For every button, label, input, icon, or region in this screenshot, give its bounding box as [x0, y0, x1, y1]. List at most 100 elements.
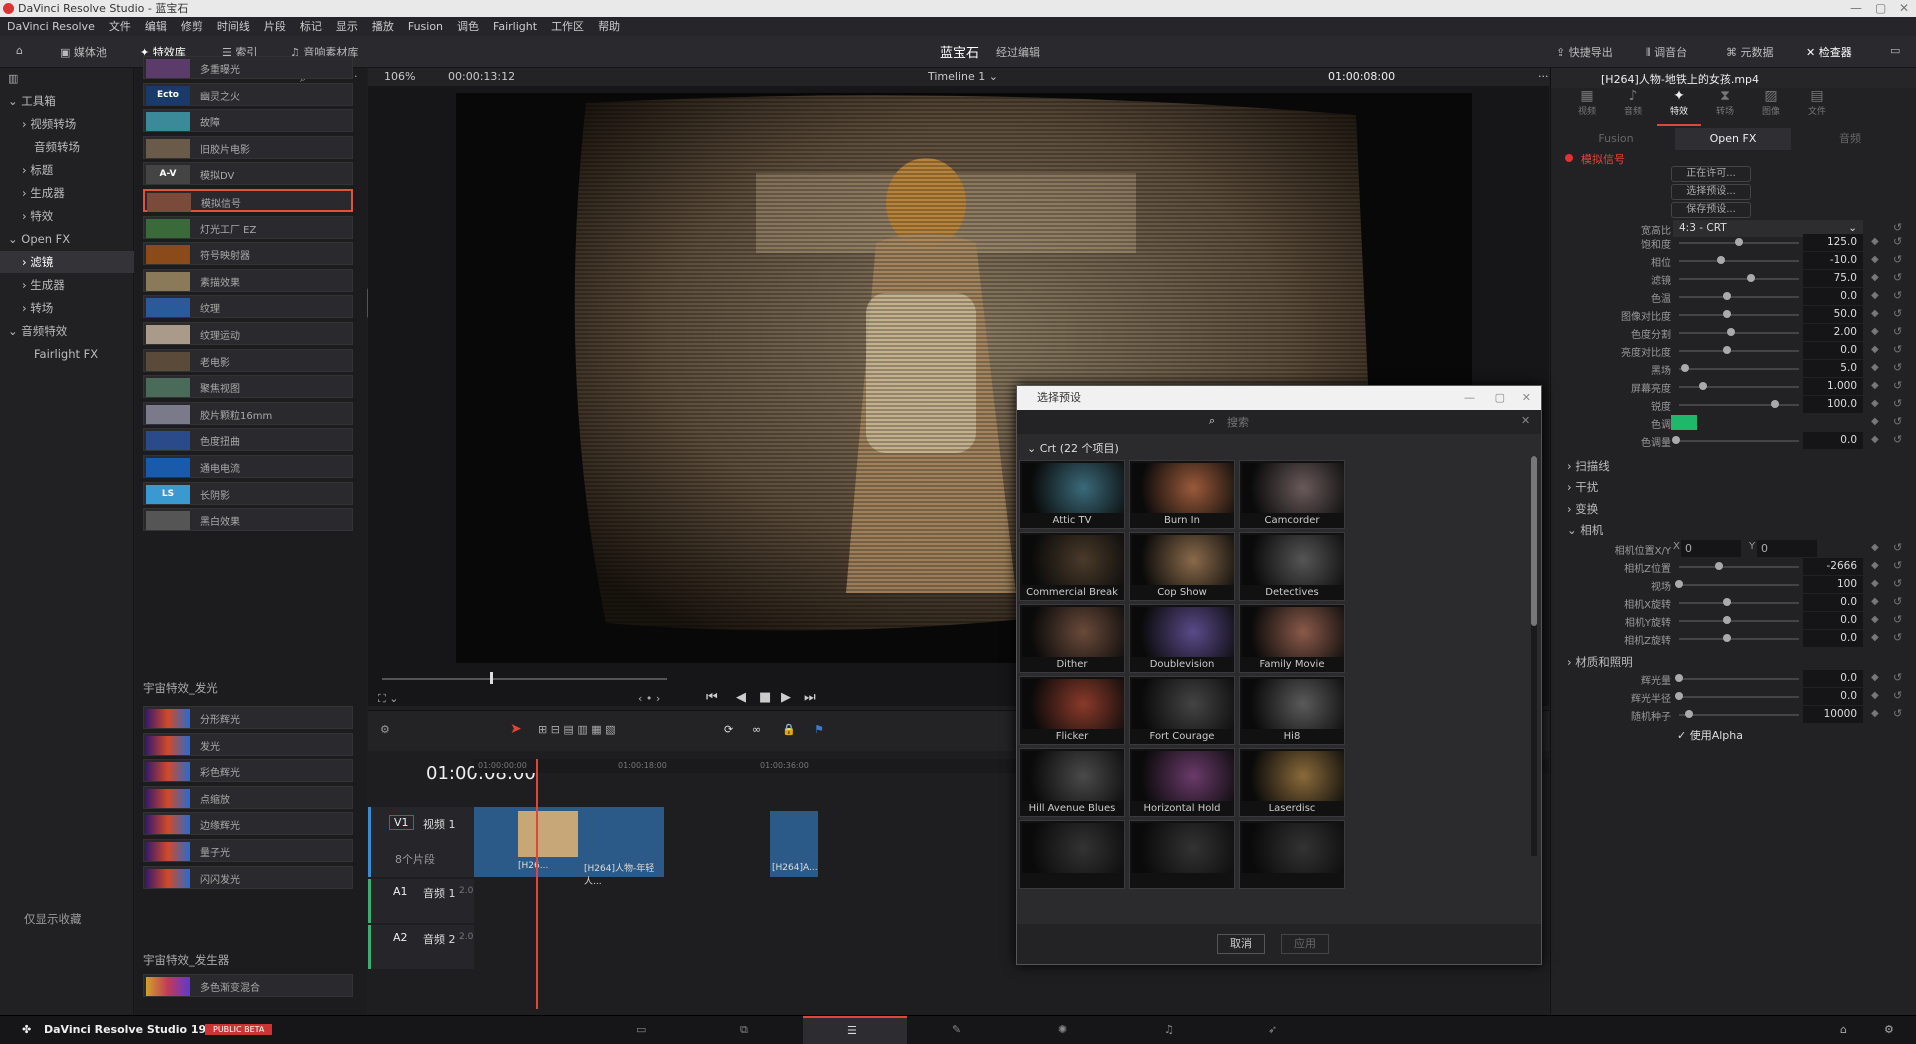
effect-item[interactable]: 通电电流: [143, 455, 353, 478]
timeline-options-icon[interactable]: ⚙: [380, 723, 390, 736]
link-icon[interactable]: ∞: [752, 723, 761, 736]
keyframe-icon[interactable]: ◆: [1871, 362, 1879, 373]
preset-tile[interactable]: Flicker: [1019, 676, 1125, 745]
tree-ofx-transitions[interactable]: › 转场: [0, 297, 134, 319]
tree-titles[interactable]: › 标题: [0, 159, 134, 181]
home-icon[interactable]: ⌂: [1840, 1023, 1847, 1036]
safe-area-icon[interactable]: ⛶ ⌄: [378, 692, 398, 706]
slider-knob[interactable]: [1681, 364, 1689, 372]
effect-item[interactable]: 彩色辉光: [143, 759, 353, 783]
tree-generators[interactable]: › 生成器: [0, 182, 134, 204]
tree-toolbox[interactable]: ⌄ 工具箱: [0, 90, 134, 112]
slider-knob[interactable]: [1723, 346, 1731, 354]
effect-item[interactable]: 灯光工厂 EZ: [143, 215, 353, 239]
preset-tile[interactable]: Commercial Break: [1019, 532, 1125, 601]
inspector-tab[interactable]: ♪ 音频: [1611, 88, 1655, 126]
fairlight-page-icon[interactable]: ♫: [1164, 1023, 1174, 1036]
slider-knob[interactable]: [1675, 674, 1683, 682]
section-glow[interactable]: 宇宙特效_发光: [143, 680, 218, 696]
slider-track[interactable]: [1679, 260, 1799, 262]
dialog-scrollbar[interactable]: [1531, 456, 1537, 856]
reset-icon[interactable]: ↺: [1893, 433, 1902, 446]
preset-action-button[interactable]: 保存预设...: [1671, 202, 1751, 218]
section-generators[interactable]: 宇宙特效_发生器: [143, 952, 229, 968]
keyframe-icon[interactable]: ◆: [1871, 308, 1879, 319]
keyframe-icon[interactable]: ◆: [1871, 434, 1879, 445]
menu-fusion[interactable]: Fusion: [408, 20, 443, 33]
tree-openfx[interactable]: ⌄ Open FX: [0, 228, 134, 250]
minimize-icon[interactable]: —: [1850, 0, 1862, 17]
slider-track[interactable]: [1679, 440, 1799, 442]
menu-trim[interactable]: 修剪: [181, 20, 203, 33]
selection-tool-icon[interactable]: ➤: [510, 721, 522, 737]
keyframe-icon[interactable]: ◆: [1871, 344, 1879, 355]
menu-playback[interactable]: 播放: [372, 20, 394, 33]
timeline-clip[interactable]: [H26... [H264]人物-年轻人...: [474, 807, 664, 887]
reset-icon[interactable]: ↺: [1893, 631, 1902, 644]
slider-knob[interactable]: [1684, 710, 1693, 718]
preset-tile[interactable]: Horizontal Hold: [1129, 748, 1235, 817]
fusion-page-icon[interactable]: ✎: [952, 1023, 961, 1036]
preset-search-input[interactable]: [1227, 413, 1507, 431]
track-v1-badge[interactable]: V1: [389, 815, 414, 830]
tree-effects[interactable]: › 特效: [0, 205, 134, 227]
keyframe-icon[interactable]: ◆: [1871, 632, 1879, 643]
inspector-tab[interactable]: ▨ 图像: [1749, 88, 1793, 126]
keyframe-icon[interactable]: ◆: [1871, 416, 1879, 427]
reset-icon[interactable]: ↺: [1893, 707, 1902, 720]
dialog-minimize-icon[interactable]: —: [1464, 386, 1475, 410]
param-value[interactable]: 1.000: [1803, 378, 1863, 395]
timeline-selector[interactable]: Timeline 1 ⌄: [928, 68, 998, 86]
group-scanlines[interactable]: › 扫描线: [1567, 458, 1610, 474]
preset-tile[interactable]: [1019, 820, 1125, 889]
menu-clip[interactable]: 片段: [264, 20, 286, 33]
tree-ofx-generators[interactable]: › 生成器: [0, 274, 134, 296]
slider-knob[interactable]: [1714, 562, 1723, 570]
menu-workspace[interactable]: 工作区: [551, 20, 584, 33]
param-value[interactable]: 0.0: [1803, 612, 1863, 629]
stop-button[interactable]: ■: [759, 690, 771, 705]
preset-tile[interactable]: Detectives: [1239, 532, 1345, 601]
keyframe-icon[interactable]: ◆: [1871, 542, 1879, 553]
menu-view[interactable]: 显示: [336, 20, 358, 33]
trim-tool-icon[interactable]: ⊞ ⊟ ▤ ▥ ▦ ▧: [538, 723, 616, 736]
group-camera[interactable]: ⌄ 相机: [1567, 522, 1603, 538]
param-value[interactable]: 100: [1803, 576, 1863, 593]
param-value[interactable]: 125.0: [1803, 234, 1863, 251]
deliver-page-icon[interactable]: ➶: [1268, 1023, 1277, 1036]
mixer-button[interactable]: ⫴ 调音台: [1646, 44, 1687, 60]
reset-icon[interactable]: ↺: [1893, 253, 1902, 266]
param-value[interactable]: 0.0: [1803, 342, 1863, 359]
keyframe-icon[interactable]: ◆: [1871, 380, 1879, 391]
preset-tile[interactable]: [1129, 820, 1235, 889]
slider-knob[interactable]: [1699, 382, 1707, 390]
slider-track[interactable]: [1679, 696, 1799, 698]
slider-knob[interactable]: [1723, 634, 1731, 642]
param-value[interactable]: 0.0: [1803, 630, 1863, 647]
effect-item[interactable]: 模拟信号: [143, 189, 353, 212]
slider-track[interactable]: [1679, 332, 1799, 334]
preset-tile[interactable]: Family Movie: [1239, 604, 1345, 673]
slider-track[interactable]: [1679, 602, 1799, 604]
timeline-clip[interactable]: [H264]A...: [770, 811, 818, 877]
slider-knob[interactable]: [1735, 238, 1743, 246]
zoom-level[interactable]: 106%: [384, 68, 415, 86]
effect-item[interactable]: 多色渐变混合: [143, 974, 353, 997]
param-value[interactable]: 0.0: [1803, 288, 1863, 305]
viewer-more-icon[interactable]: ···: [1538, 68, 1549, 86]
keyframe-icon[interactable]: ◆: [1871, 614, 1879, 625]
skip-start-button[interactable]: ⏮: [706, 690, 718, 705]
param-value[interactable]: 0.0: [1803, 670, 1863, 687]
play-button[interactable]: ▶: [781, 690, 791, 705]
preset-tile[interactable]: Cop Show: [1129, 532, 1235, 601]
group-transform[interactable]: › 变换: [1567, 501, 1598, 517]
metadata-button[interactable]: ⌘ 元数据: [1726, 44, 1774, 60]
reset-icon[interactable]: ↺: [1893, 397, 1902, 410]
color-page-icon[interactable]: ✺: [1058, 1023, 1067, 1036]
menu-timeline[interactable]: 时间线: [217, 20, 250, 33]
slider-track[interactable]: [1679, 296, 1799, 298]
slider-track[interactable]: [1679, 714, 1799, 716]
menu-color[interactable]: 调色: [457, 20, 479, 33]
param-value[interactable]: 10000: [1803, 706, 1863, 723]
menu-edit[interactable]: 编辑: [145, 20, 167, 33]
